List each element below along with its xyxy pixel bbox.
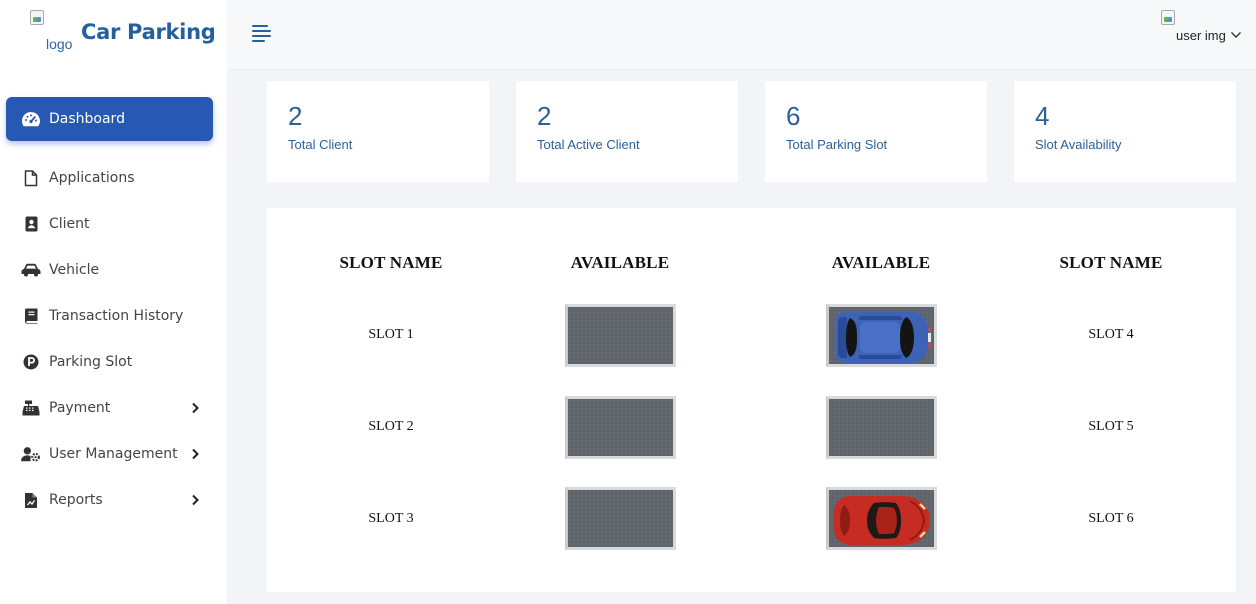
blue-car-icon (836, 312, 931, 363)
column-header-available-right: AVAILABLE (831, 253, 931, 272)
logo-image: logo (30, 10, 76, 54)
sidebar-item-label: Dashboard (49, 111, 125, 127)
contact-card-icon (21, 215, 41, 233)
logo-alt-text: logo (46, 36, 73, 52)
slot-name-4: SLOT 4 (1088, 327, 1134, 342)
sidebar: logo Car Parking Dashboard Applications … (0, 0, 227, 604)
parking-space-slot-3-empty[interactable] (565, 487, 676, 550)
stat-card-total-active-client: 2 Total Active Client (516, 81, 738, 182)
broken-image-icon (30, 10, 44, 25)
book-icon (21, 307, 41, 325)
column-header-slot-name-left: SLOT NAME (339, 253, 443, 272)
stat-card-slot-availability: 4 Slot Availability (1014, 81, 1236, 182)
chevron-down-icon (1230, 27, 1242, 39)
hamburger-menu-icon[interactable] (252, 24, 272, 42)
slot-name-2: SLOT 2 (368, 419, 414, 434)
sidebar-item-payment[interactable]: Payment (0, 385, 227, 431)
sidebar-item-applications[interactable]: Applications (0, 155, 227, 201)
sidebar-item-client[interactable]: Client (0, 201, 227, 247)
sidebar-item-label: User Management (49, 446, 178, 462)
broken-image-icon (1161, 10, 1175, 25)
stat-label: Slot Availability (1035, 137, 1122, 152)
slot-name-1: SLOT 1 (368, 327, 414, 342)
red-car-icon (834, 496, 930, 545)
sidebar-item-label: Payment (49, 400, 111, 416)
stat-card-total-parking-slot: 6 Total Parking Slot (765, 81, 987, 182)
parking-space-slot-1-empty[interactable] (565, 304, 676, 367)
top-bar: user img (227, 0, 1256, 70)
stat-card-total-client: 2 Total Client (267, 81, 489, 182)
sidebar-item-label: Applications (49, 170, 135, 186)
slot-name-3: SLOT 3 (368, 511, 414, 526)
report-file-icon (21, 491, 41, 509)
parking-space-slot-5-empty[interactable] (826, 396, 937, 459)
chevron-right-icon (188, 446, 202, 462)
column-header-slot-name-right: SLOT NAME (1059, 253, 1163, 272)
sidebar-item-reports[interactable]: Reports (0, 477, 227, 523)
parking-p-icon (21, 353, 41, 371)
cash-register-icon (21, 399, 41, 417)
column-header-available-left: AVAILABLE (570, 253, 670, 272)
chevron-right-icon (188, 492, 202, 508)
app-title: Car Parking (81, 20, 216, 44)
sidebar-nav: Dashboard Applications Client Vehicle Tr (0, 97, 227, 523)
sidebar-item-transaction-history[interactable]: Transaction History (0, 293, 227, 339)
parking-space-slot-2-empty[interactable] (565, 396, 676, 459)
sidebar-item-label: Vehicle (49, 262, 100, 278)
sidebar-item-parking-slot[interactable]: Parking Slot (0, 339, 227, 385)
sidebar-item-dashboard[interactable]: Dashboard (6, 97, 213, 141)
file-icon (21, 169, 41, 187)
slot-name-5: SLOT 5 (1088, 419, 1134, 434)
brand[interactable]: logo Car Parking (28, 10, 218, 54)
sidebar-item-user-management[interactable]: User Management (0, 431, 227, 477)
slot-name-6: SLOT 6 (1088, 511, 1134, 526)
dashboard-gauge-icon (21, 110, 41, 128)
sidebar-item-label: Client (49, 216, 90, 232)
sidebar-item-label: Transaction History (49, 308, 184, 324)
stat-value: 4 (1035, 101, 1050, 131)
stat-value: 6 (786, 101, 801, 131)
parking-layout-panel: SLOT NAME AVAILABLE AVAILABLE SLOT NAME … (267, 208, 1236, 592)
stat-label: Total Parking Slot (786, 137, 888, 152)
parking-space-slot-4-occupied[interactable] (826, 304, 937, 367)
stat-value: 2 (288, 101, 303, 131)
sidebar-item-vehicle[interactable]: Vehicle (0, 247, 227, 293)
stat-label: Total Active Client (537, 137, 640, 152)
stat-value: 2 (537, 101, 552, 131)
car-icon (21, 261, 41, 279)
stat-label: Total Client (288, 137, 353, 152)
parking-space-slot-6-occupied[interactable] (826, 487, 937, 550)
sidebar-item-label: Reports (49, 492, 103, 508)
user-cog-icon (21, 445, 41, 463)
sidebar-item-label: Parking Slot (49, 354, 133, 370)
user-menu[interactable]: user img (1159, 8, 1249, 48)
user-img-alt-text: user img (1176, 28, 1226, 43)
chevron-right-icon (188, 400, 202, 416)
